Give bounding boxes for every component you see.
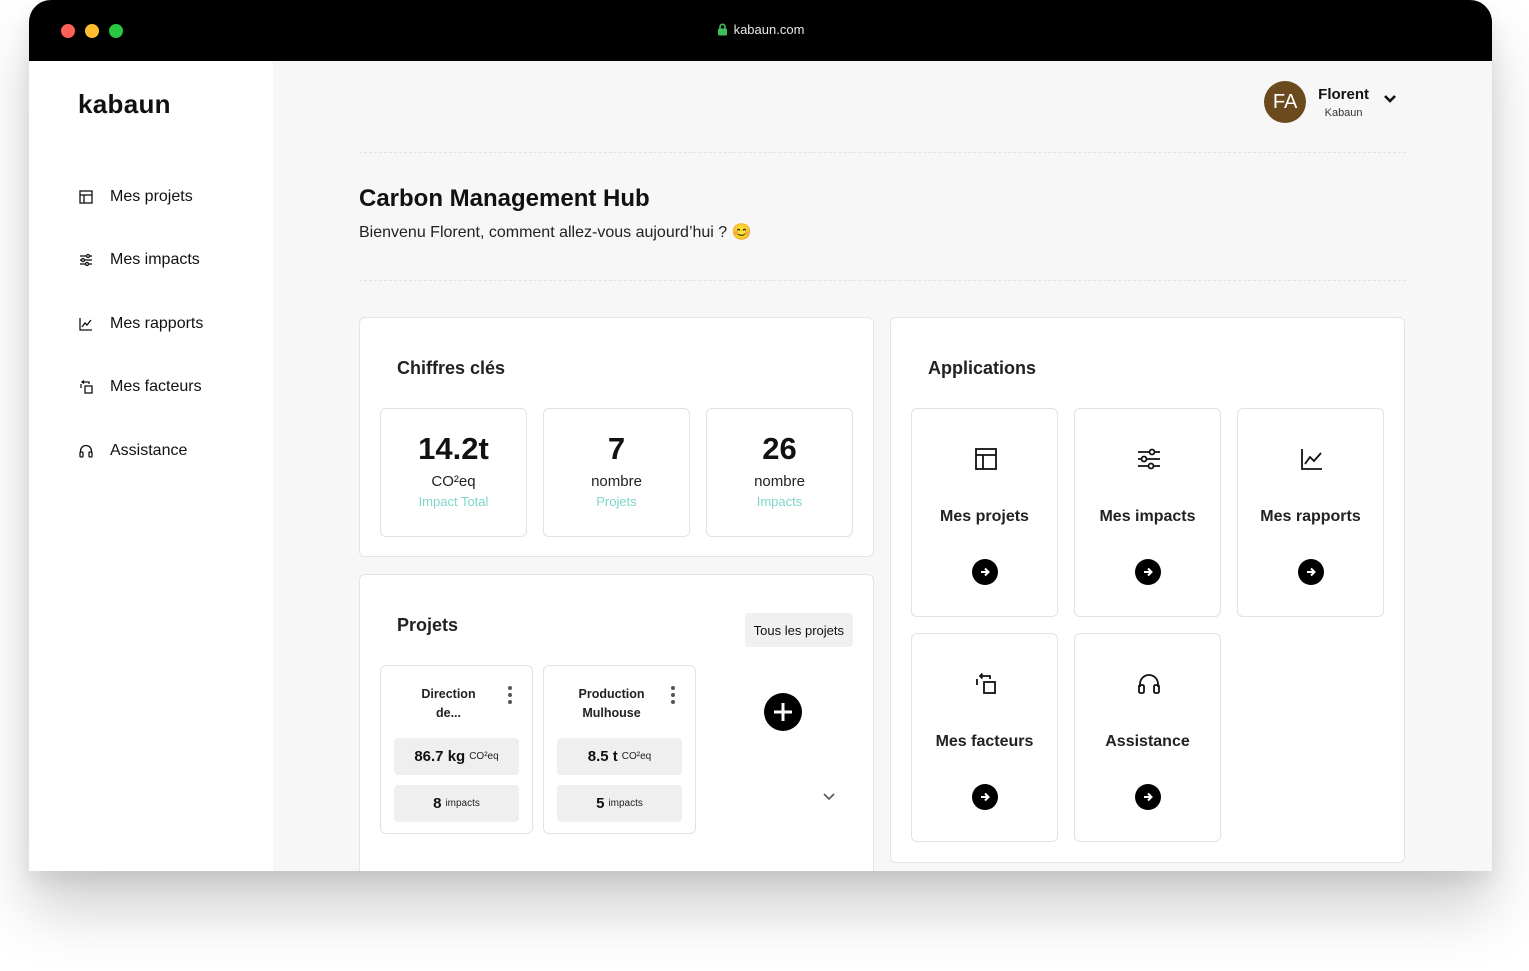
address-bar[interactable]: kabaun.com [29, 22, 1492, 39]
arrow-right-icon[interactable] [1135, 784, 1161, 810]
stat-label: Projets [596, 494, 637, 509]
app-tile-mes-facteurs[interactable]: Mes facteurs [911, 633, 1058, 842]
divider [359, 280, 1406, 281]
sliders-icon [1138, 448, 1160, 470]
impacts-label: impacts [608, 798, 643, 809]
layout-icon [975, 448, 997, 470]
app-label: Mes impacts [1099, 508, 1196, 525]
user-menu[interactable]: FA Florent Kabaun [1264, 81, 1397, 123]
impacts-label: impacts [445, 798, 480, 809]
app-tile-mes-projets[interactable]: Mes projets [911, 408, 1058, 617]
co2-value: 86.7 kg [414, 748, 466, 765]
divider [359, 152, 1406, 153]
sidebar-nav: Mes projets Mes impacts Mes rapports Mes… [78, 165, 203, 483]
copy-arrow-icon [976, 672, 996, 694]
copy-arrow-icon [80, 380, 93, 394]
sidebar-item-label: Mes rapports [110, 314, 204, 332]
sidebar-item-label: Mes projets [110, 187, 193, 205]
browser-titlebar: kabaun.com [29, 0, 1492, 61]
stat-label: Impact Total [418, 494, 489, 509]
projects-card: Projets Tous les projets Direction de...… [359, 574, 874, 871]
sidebar-item-mes-facteurs[interactable]: Mes facteurs [78, 356, 203, 420]
sidebar-item-label: Mes facteurs [110, 378, 202, 396]
headset-icon [79, 444, 93, 458]
project-name: Production Mulhouse [558, 685, 665, 723]
sidebar-item-label: Assistance [110, 441, 188, 459]
applications-title: Applications [928, 358, 1037, 378]
sidebar-item-mes-rapports[interactable]: Mes rapports [78, 292, 203, 356]
chevron-down-icon[interactable] [822, 792, 836, 802]
chevron-down-icon[interactable] [1383, 94, 1397, 104]
project-impacts: 5 impacts [557, 785, 682, 822]
key-figures-title: Chiffres clés [397, 358, 506, 378]
browser-window: kabaun.com kabaun Mes projets Mes impact… [29, 0, 1492, 871]
sidebar-item-label: Mes impacts [110, 251, 200, 269]
stat-value: 14.2t [418, 431, 489, 466]
stat-value: 7 [607, 431, 626, 466]
stat-impacts: 26 nombre Impacts [706, 408, 853, 537]
app-label: Mes facteurs [935, 733, 1034, 750]
projects-title: Projets [397, 615, 459, 635]
project-name-line: Direction [421, 687, 476, 701]
stat-label: Impacts [756, 494, 803, 509]
arrow-right-icon[interactable] [1298, 559, 1324, 585]
page-title: Carbon Management Hub [359, 185, 650, 212]
project-name: Direction de... [395, 685, 502, 723]
stat-value: 26 [762, 431, 797, 466]
stat-unit: nombre [591, 473, 642, 490]
all-projects-button[interactable]: Tous les projets [744, 613, 853, 647]
sidebar-item-assistance[interactable]: Assistance [78, 419, 203, 483]
more-options-icon[interactable] [671, 686, 675, 707]
project-card[interactable]: Production Mulhouse 8.5 t CO²eq 5 impacts [543, 665, 696, 834]
stat-unit: CO²eq [431, 473, 476, 490]
project-co2: 86.7 kg CO²eq [394, 738, 519, 775]
url-text: kabaun.com [733, 22, 805, 37]
app-label: Mes projets [940, 508, 1029, 525]
user-name: Florent [1318, 85, 1369, 103]
arrow-right-icon[interactable] [972, 784, 998, 810]
app-label: Assistance [1105, 733, 1190, 750]
page-subtitle: Bienvenu Florent, comment allez-vous auj… [359, 224, 752, 241]
app-label: Mes rapports [1260, 508, 1361, 525]
logo[interactable]: kabaun [78, 89, 171, 120]
main-content: FA Florent Kabaun Carbon Management Hub … [273, 61, 1492, 871]
impacts-count: 5 [596, 795, 605, 812]
sidebar: kabaun Mes projets Mes impacts Mes rappo… [29, 61, 273, 871]
project-card[interactable]: Direction de... 86.7 kg CO²eq 8 impacts [380, 665, 533, 834]
more-options-icon[interactable] [508, 686, 512, 707]
co2-unit: CO²eq [621, 751, 652, 762]
arrow-right-icon[interactable] [972, 559, 998, 585]
impacts-count: 8 [433, 795, 442, 812]
chart-line-icon [1301, 449, 1322, 470]
project-name-line: Production [578, 687, 645, 701]
app-tile-mes-rapports[interactable]: Mes rapports [1237, 408, 1384, 617]
sidebar-item-mes-impacts[interactable]: Mes impacts [78, 229, 203, 293]
applications-card: Applications Mes projets Mes impacts Mes… [890, 317, 1405, 863]
arrow-right-icon[interactable] [1135, 559, 1161, 585]
project-impacts: 8 impacts [394, 785, 519, 822]
project-name-line: de... [435, 706, 461, 720]
key-figures-card: Chiffres clés 14.2t CO²eq Impact Total 7… [359, 317, 874, 557]
user-info: Florent Kabaun [1318, 86, 1369, 119]
stat-impact-total: 14.2t CO²eq Impact Total [380, 408, 527, 537]
co2-unit: CO²eq [469, 751, 499, 762]
avatar[interactable]: FA [1264, 81, 1307, 123]
user-org: Kabaun [1324, 106, 1363, 119]
project-co2: 8.5 t CO²eq [557, 738, 682, 775]
add-project-button[interactable] [764, 693, 802, 731]
co2-value: 8.5 t [587, 748, 618, 765]
headset-icon [1138, 674, 1160, 694]
app-tile-mes-impacts[interactable]: Mes impacts [1074, 408, 1221, 617]
layout-icon [79, 190, 93, 204]
lock-icon [717, 23, 728, 39]
project-name-line: Mulhouse [582, 706, 641, 720]
sidebar-item-mes-projets[interactable]: Mes projets [78, 165, 203, 229]
chart-line-icon [79, 317, 92, 331]
stat-unit: nombre [754, 473, 805, 490]
app-tile-assistance[interactable]: Assistance [1074, 633, 1221, 842]
sliders-icon [80, 254, 92, 267]
stat-projets: 7 nombre Projets [543, 408, 690, 537]
